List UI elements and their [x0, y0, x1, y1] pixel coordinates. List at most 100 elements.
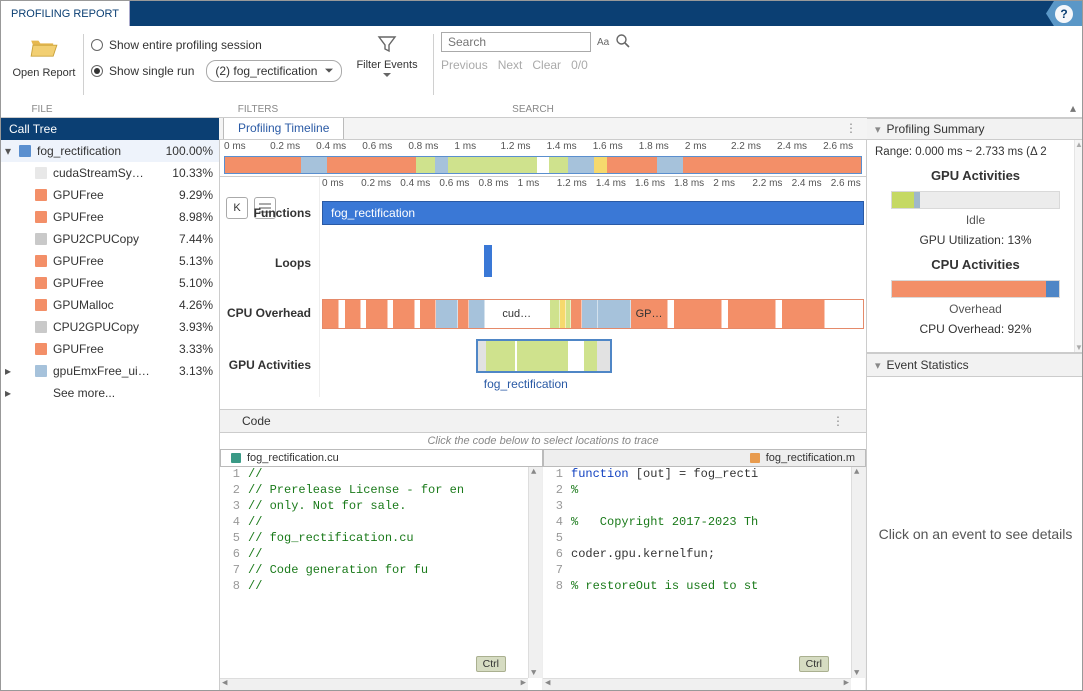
tree-pct: 3.93%: [157, 320, 213, 334]
tree-row[interactable]: ▸ gpuEmxFree_ui…3.13%: [1, 360, 219, 382]
code-line[interactable]: 8% restoreOut is used to st: [543, 579, 865, 595]
scrollbar-v[interactable]: [528, 467, 542, 678]
tree-pct: 9.29%: [157, 188, 213, 202]
lane-loops[interactable]: [320, 233, 866, 293]
tree-name: GPUFree: [53, 276, 157, 290]
code-line[interactable]: 3// only. Not for sale.: [220, 499, 542, 515]
collapse-toolbar-button[interactable]: ▴: [1064, 99, 1082, 117]
code-cu-editor[interactable]: 1//2// Prerelease License - for en3// on…: [220, 467, 543, 690]
section-file-label: FILE: [1, 104, 83, 115]
cpu-seg-gp[interactable]: GP…: [631, 300, 669, 328]
search-prev[interactable]: Previous: [441, 58, 488, 72]
gpu-block-label: fog_rectification: [484, 377, 568, 391]
tree-row[interactable]: ▸See more...: [1, 382, 219, 404]
tree-name: cudaStreamSy…: [53, 166, 157, 180]
ctrl-badge-cu: Ctrl: [476, 656, 506, 672]
tree-pct: 8.98%: [157, 210, 213, 224]
tree-name: GPUFree: [53, 254, 157, 268]
tree-pct: 3.13%: [157, 364, 213, 378]
code-line[interactable]: 3: [543, 499, 865, 515]
filter-events-button[interactable]: Filter Events: [356, 32, 417, 84]
scrollbar-v[interactable]: [1074, 140, 1082, 352]
search-icon[interactable]: [615, 33, 631, 52]
tree-row[interactable]: cudaStreamSy…10.33%: [1, 162, 219, 184]
overview-ruler: 0 ms0.2 ms0.4 ms0.6 ms0.8 ms1 ms1.2 ms1.…: [220, 140, 866, 156]
help-icon: ?: [1055, 5, 1073, 23]
match-case-toggle[interactable]: Aa: [597, 37, 609, 48]
tree-row[interactable]: GPU2CPUCopy7.44%: [1, 228, 219, 250]
tree-row[interactable]: ▾fog_rectification100.00%: [1, 140, 219, 162]
tree-row[interactable]: GPUFree3.33%: [1, 338, 219, 360]
search-next[interactable]: Next: [498, 58, 523, 72]
code-line[interactable]: 7// Code generation for fu: [220, 563, 542, 579]
event-stats-title: Event Statistics: [881, 358, 1076, 372]
help-button[interactable]: ?: [1046, 1, 1082, 26]
code-line[interactable]: 1//: [220, 467, 542, 483]
run-select[interactable]: (2) fog_rectification: [206, 60, 342, 82]
code-line[interactable]: 8//: [220, 579, 542, 595]
filter-events-label: Filter Events: [356, 59, 417, 71]
code-tab-m-label: fog_rectification.m: [766, 452, 855, 464]
tree-toggler[interactable]: ▸: [1, 364, 15, 378]
code-menu-button[interactable]: ⋮: [832, 414, 844, 428]
code-line[interactable]: 2// Prerelease License - for en: [220, 483, 542, 499]
gpu-activities-title: GPU Activities: [875, 168, 1076, 183]
tree-pct: 3.33%: [157, 342, 213, 356]
tree-name: GPUFree: [53, 342, 157, 356]
tree-name: CPU2GPUCopy: [53, 320, 157, 334]
radio-entire-session[interactable]: [91, 39, 103, 51]
tree-toggler[interactable]: ▸: [1, 386, 15, 400]
overview-bar[interactable]: [224, 156, 862, 174]
tree-name: gpuEmxFree_ui…: [53, 364, 157, 378]
event-stats-header[interactable]: ▾ Event Statistics: [867, 353, 1082, 377]
search-count: 0/0: [571, 58, 588, 72]
lane-gpu[interactable]: fog_rectification: [320, 333, 866, 397]
tree-row[interactable]: GPUFree5.10%: [1, 272, 219, 294]
tree-name: GPUFree: [53, 210, 157, 224]
code-title: Code: [242, 414, 271, 428]
code-line[interactable]: 4% Copyright 2017-2023 Th: [543, 515, 865, 531]
gpu-utilization: GPU Utilization: 13%: [875, 233, 1076, 247]
loop-marker[interactable]: [484, 245, 492, 277]
code-line[interactable]: 6//: [220, 547, 542, 563]
tree-row[interactable]: GPUFree8.98%: [1, 206, 219, 228]
gpu-activity-block[interactable]: [476, 339, 613, 373]
scrollbar-h[interactable]: [543, 678, 851, 690]
tree-pct: 100.00%: [157, 144, 213, 158]
app-tab[interactable]: PROFILING REPORT: [1, 1, 130, 26]
timeline-menu-button[interactable]: ⋮: [835, 118, 867, 139]
code-tab-cu[interactable]: fog_rectification.cu: [220, 449, 543, 467]
tree-row[interactable]: GPUFree9.29%: [1, 184, 219, 206]
search-clear[interactable]: Clear: [532, 58, 561, 72]
code-tab-m[interactable]: fog_rectification.m: [543, 449, 866, 467]
code-line[interactable]: 5// fog_rectification.cu: [220, 531, 542, 547]
lane-cpu[interactable]: cud… GP…: [320, 293, 866, 333]
summary-panel: Range: 0.000 ms ~ 2.733 ms (Δ 2 GPU Acti…: [867, 140, 1082, 353]
tree-toggler[interactable]: ▾: [1, 144, 15, 158]
code-line[interactable]: 6coder.gpu.kernelfun;: [543, 547, 865, 563]
lane-label-loops: Loops: [220, 233, 320, 293]
tree-row[interactable]: GPUMalloc4.26%: [1, 294, 219, 316]
event-stats-empty: Click on an event to see details: [879, 526, 1073, 542]
search-input[interactable]: [441, 32, 591, 52]
timeline-header: Profiling Timeline ⋮: [219, 118, 867, 140]
scrollbar-v[interactable]: [851, 467, 865, 678]
lane-functions[interactable]: fog_rectification: [320, 193, 866, 233]
code-line[interactable]: 7: [543, 563, 865, 579]
scrollbar-h[interactable]: [220, 678, 528, 690]
timeline-tab[interactable]: Profiling Timeline: [223, 118, 344, 139]
tree-row[interactable]: CPU2GPUCopy3.93%: [1, 316, 219, 338]
code-m-editor[interactable]: 1function [out] = fog_recti2%34% Copyrig…: [543, 467, 866, 690]
code-line[interactable]: 2%: [543, 483, 865, 499]
code-line[interactable]: 5: [543, 531, 865, 547]
cpu-seg-cuda[interactable]: cud…: [485, 300, 550, 328]
color-swatch: [35, 343, 47, 355]
radio-single-run[interactable]: [91, 65, 103, 77]
open-report-button[interactable]: Open Report: [9, 32, 79, 79]
code-line[interactable]: 1function [out] = fog_recti: [543, 467, 865, 483]
summary-header[interactable]: ▾ Profiling Summary: [867, 118, 1082, 140]
tree-row[interactable]: GPUFree5.13%: [1, 250, 219, 272]
code-line[interactable]: 4//: [220, 515, 542, 531]
function-bar[interactable]: fog_rectification: [322, 201, 864, 225]
horizontal-resizer[interactable]: [220, 397, 866, 409]
